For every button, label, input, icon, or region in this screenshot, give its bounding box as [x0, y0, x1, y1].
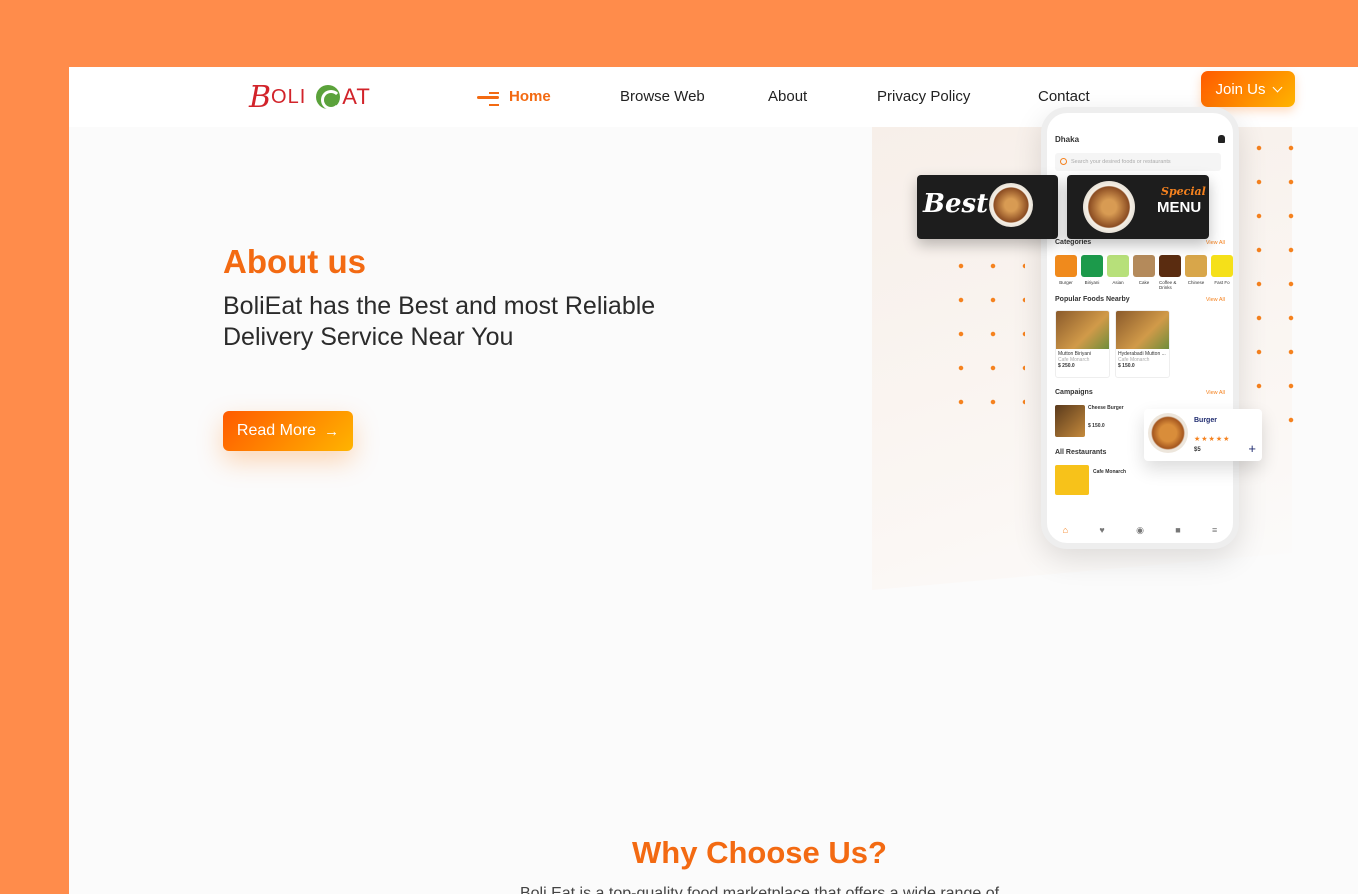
- about-subtitle: BoliEat has the Best and most Reliable D…: [223, 292, 656, 351]
- chevron-down-icon: [1272, 82, 1282, 92]
- campaign-name: Cheese Burger: [1088, 405, 1124, 411]
- home-icon: ⌂: [1062, 525, 1069, 535]
- banner-menu-text: MENU: [1157, 199, 1202, 216]
- brand-logo[interactable]: B OLI AT: [249, 75, 371, 119]
- banner-best-deals: Best: [917, 175, 1058, 239]
- nav-privacy-policy[interactable]: Privacy Policy: [877, 80, 970, 114]
- page-content: B OLI AT Home Browse Web About Privacy P…: [69, 67, 1358, 894]
- category-label: Cake: [1138, 280, 1150, 285]
- nav-home-label: Home: [509, 88, 551, 105]
- campaign-price: $ 150.0: [1088, 423, 1105, 429]
- cart-icon: ◉: [1136, 524, 1144, 535]
- nav-browse-web[interactable]: Browse Web: [620, 80, 705, 114]
- banner-food-image: [989, 183, 1033, 227]
- campaign-card: Cheese Burger $ 150.0: [1055, 405, 1135, 439]
- nav-about-label: About: [768, 88, 808, 105]
- phone-restaurants-title: All Restaurants: [1055, 449, 1107, 456]
- read-more-label: Read More: [236, 422, 317, 439]
- read-more-button[interactable]: Read More →: [223, 411, 353, 451]
- floating-burger-card: Burger ★★★★★ $5 +: [1144, 409, 1262, 461]
- restaurant-card: Cafe Monarch: [1055, 465, 1221, 495]
- restaurant-logo: [1055, 465, 1089, 495]
- nav-about[interactable]: About: [768, 80, 807, 114]
- logo-text-at: AT: [342, 84, 371, 109]
- bell-icon: [1218, 135, 1225, 143]
- why-choose-title: Why Choose Us?: [632, 835, 887, 870]
- category-label: Fast Fo: [1214, 280, 1230, 285]
- food-card: Mutton Biriyani Cafe Monarch $ 250.0: [1055, 310, 1110, 378]
- phone-categories-title: Categories: [1055, 239, 1092, 246]
- category-item: Coffee & Drinks: [1159, 255, 1181, 290]
- nav-privacy-policy-label: Privacy Policy: [877, 88, 971, 105]
- banner-special-text: Special: [1161, 185, 1206, 198]
- bag-icon: ■: [1175, 525, 1181, 535]
- about-title: About us: [223, 243, 366, 280]
- category-label: Asian: [1112, 280, 1124, 285]
- restaurant-name: Cafe Monarch: [1093, 469, 1127, 475]
- food-price: $ 250.0: [1058, 363, 1075, 369]
- nav-contact-label: Contact: [1038, 88, 1090, 105]
- category-item: Cake: [1133, 255, 1155, 290]
- float-card-name: Burger: [1194, 417, 1217, 424]
- fork-icon: [477, 92, 501, 107]
- phone-popular-view-all: View All: [1205, 297, 1225, 303]
- nav-browse-web-label: Browse Web: [620, 88, 705, 105]
- logo-text-oli: OLI: [271, 85, 307, 108]
- phone-popular-title: Popular Foods Nearby: [1055, 296, 1130, 303]
- float-card-price: $5: [1194, 447, 1201, 453]
- banner-food-image: [1083, 181, 1135, 233]
- food-price: $ 150.0: [1118, 363, 1135, 369]
- join-us-label: Join Us: [1215, 80, 1266, 98]
- phone-categories-view-all: View All: [1205, 240, 1225, 246]
- banner-special-menu: Special MENU: [1067, 175, 1209, 239]
- category-item: Asian: [1107, 255, 1129, 290]
- app-phone-mockup: Dhaka Search your desired foods or resta…: [1041, 107, 1239, 549]
- category-item: Chinese: [1185, 255, 1207, 290]
- phone-bottom-nav: ⌂ ♥ ◉ ■ ≡: [1047, 517, 1233, 543]
- category-item: Fast Fo: [1211, 255, 1233, 290]
- phone-category-row: Burger Biriyani Asian Cake Coffee & Drin…: [1055, 255, 1233, 290]
- menu-icon: ≡: [1212, 525, 1218, 535]
- logo-leaf-icon: [316, 85, 342, 110]
- category-label: Coffee & Drinks: [1159, 280, 1177, 290]
- campaign-image: [1055, 405, 1085, 437]
- float-card-stars: ★★★★★: [1194, 436, 1231, 443]
- phone-campaigns-view-all: View All: [1205, 390, 1225, 396]
- category-label: Biriyani: [1084, 280, 1100, 285]
- logo-letter-b: B: [249, 79, 272, 115]
- join-us-button[interactable]: Join Us: [1201, 71, 1295, 107]
- phone-location: Dhaka: [1055, 135, 1080, 144]
- food-image: [1116, 311, 1169, 349]
- burger-image: [1148, 413, 1188, 453]
- phone-search-bar: Search your desired foods or restaurants: [1055, 153, 1221, 171]
- phone-popular-foods: Mutton Biriyani Cafe Monarch $ 250.0 Hyd…: [1055, 310, 1170, 378]
- why-choose-text: Boli Eat is a top-quality food marketpla…: [519, 885, 1000, 894]
- arrow-right-icon: →: [324, 422, 340, 440]
- banner-best-text: Best: [923, 189, 989, 219]
- food-image: [1056, 311, 1109, 349]
- nav-home[interactable]: Home: [477, 80, 551, 114]
- category-item: Biriyani: [1081, 255, 1103, 290]
- heart-icon: ♥: [1099, 525, 1105, 535]
- decorative-dots: [1243, 131, 1313, 451]
- category-label: Chinese: [1187, 280, 1205, 285]
- food-card: Hyderabadi Mutton ... Cafe Monarch $ 150…: [1115, 310, 1170, 378]
- add-icon: +: [1248, 441, 1256, 456]
- category-item: Burger: [1055, 255, 1077, 290]
- category-label: Burger: [1059, 280, 1073, 285]
- phone-campaigns-title: Campaigns: [1055, 389, 1093, 396]
- decorative-dots-left: [945, 249, 1025, 419]
